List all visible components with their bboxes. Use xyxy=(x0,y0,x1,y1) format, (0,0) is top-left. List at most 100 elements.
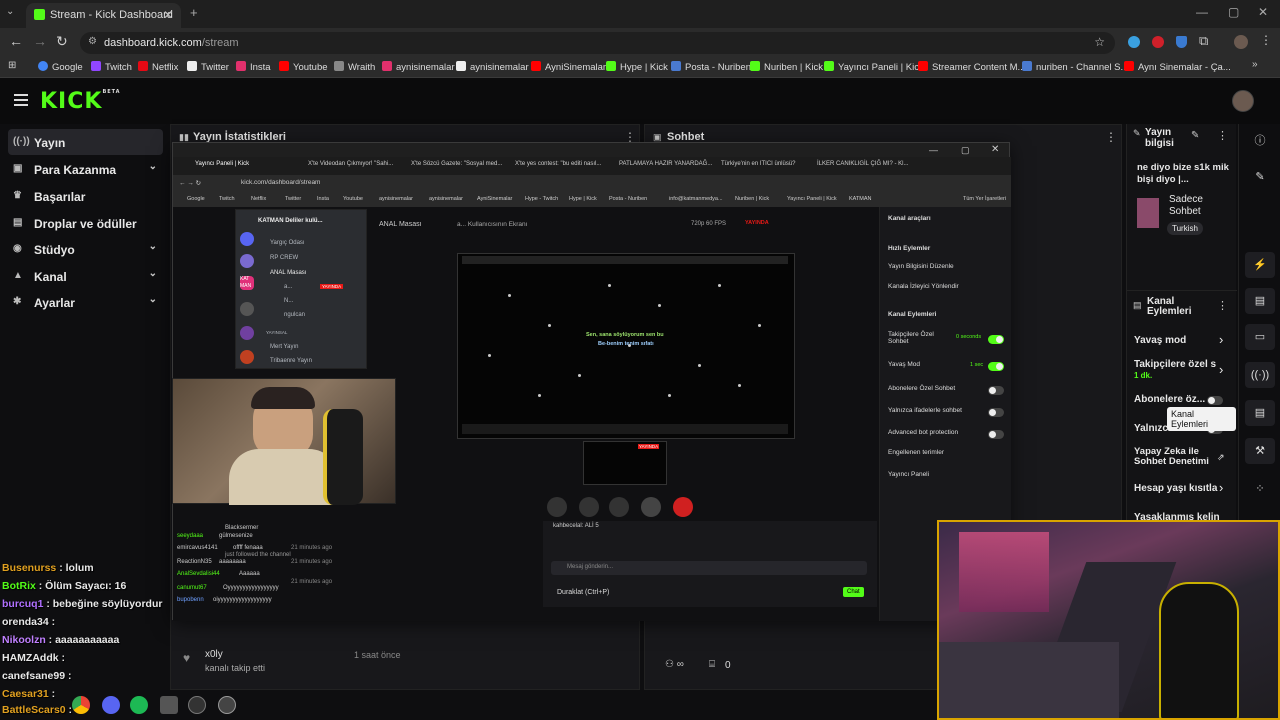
info-circle-icon[interactable]: ⓘ xyxy=(1245,128,1275,154)
bookmark[interactable]: Hype | Kick xyxy=(606,61,668,73)
inner-bookmark[interactable]: Hype | Kick xyxy=(569,196,597,202)
channel[interactable]: Yargıç Odası xyxy=(270,240,305,246)
inner-bookmark[interactable]: Google xyxy=(187,196,205,202)
inner-bookmark[interactable]: info@katmanmedya... xyxy=(669,196,723,202)
inner-bookmark[interactable]: Nuriben | Kick xyxy=(735,196,769,202)
hangup-icon[interactable] xyxy=(673,497,693,517)
server-icon[interactable] xyxy=(240,326,254,340)
sidebar-item-kanal[interactable]: ▲ Kanal ⌄ xyxy=(8,263,163,289)
bookmark[interactable]: Yayıncı Paneli | Kick xyxy=(824,61,924,73)
bookmark[interactable]: Twitch xyxy=(91,61,132,73)
kick-logo[interactable]: KICKBETA xyxy=(40,89,121,114)
channel-action[interactable]: Yayıncı Paneli xyxy=(888,471,929,478)
channel[interactable]: Mert Yayın xyxy=(270,344,298,350)
tag-badge[interactable]: Turkish xyxy=(1167,222,1203,235)
inner-bookmark[interactable]: Hype - Twitch xyxy=(525,196,558,202)
panel-menu-icon[interactable]: ⋮ xyxy=(1217,129,1228,142)
toggle[interactable] xyxy=(988,386,1004,395)
edit-icon[interactable]: ✎ xyxy=(1191,130,1199,141)
minimize-icon[interactable]: — xyxy=(929,145,938,155)
media-player-icon[interactable] xyxy=(218,696,236,714)
quick-action[interactable]: Yayın Bilgisini Düzenle xyxy=(888,263,954,270)
inner-bookmark[interactable]: Tüm Yer İşaretleri xyxy=(963,196,1006,202)
extension-icon[interactable] xyxy=(1152,36,1164,48)
channel-action[interactable]: Yalnızca ifadelerle sohbet xyxy=(888,407,962,414)
inner-bookmark[interactable]: Twitch xyxy=(219,196,235,202)
inner-bookmark[interactable]: KATMAN xyxy=(849,196,872,202)
inner-bookmark[interactable]: Insta xyxy=(317,196,329,202)
bookmark[interactable]: Twitter xyxy=(187,61,229,73)
server-icon[interactable] xyxy=(240,302,254,316)
toggle[interactable] xyxy=(988,408,1004,417)
server-icon[interactable] xyxy=(240,232,254,246)
chat-send-button[interactable]: Chat xyxy=(843,587,864,597)
panel-menu-icon[interactable]: ⋮ xyxy=(1217,299,1228,312)
gift-icon[interactable]: ⌸ xyxy=(709,659,715,670)
bookmark[interactable]: Posta - Nuriben xyxy=(671,61,751,73)
maximize-icon[interactable]: ▢ xyxy=(1228,5,1239,19)
extension-icon[interactable] xyxy=(1128,36,1140,48)
inner-bookmark[interactable]: Netflix xyxy=(251,196,266,202)
minimize-icon[interactable]: — xyxy=(1196,5,1208,19)
inner-tab[interactable]: X'te Sözcü Gazete: "Sosyal med... xyxy=(411,161,502,167)
server-icon[interactable] xyxy=(240,254,254,268)
close-window-icon[interactable]: ✕ xyxy=(1258,5,1268,19)
channel-action[interactable]: Advanced bot protection xyxy=(888,429,958,436)
subscribers-toggle[interactable] xyxy=(1207,396,1223,405)
document-icon[interactable]: ▤ xyxy=(1245,288,1275,314)
site-info-icon[interactable]: ⚙ xyxy=(88,36,97,47)
bookmark-star-icon[interactable]: ☆ xyxy=(1094,35,1105,49)
user-avatar[interactable] xyxy=(1232,90,1254,112)
shield-extension-icon[interactable] xyxy=(1176,36,1187,48)
bookmark[interactable]: Nuriben | Kick xyxy=(750,61,823,73)
maximize-icon[interactable]: ▢ xyxy=(961,145,970,156)
menu-burger-icon[interactable] xyxy=(14,94,28,106)
share-screen-icon[interactable] xyxy=(579,497,599,517)
action-slow-mode[interactable]: Yavaş mod xyxy=(1134,335,1186,346)
lightning-icon[interactable]: ⚡ xyxy=(1245,252,1275,278)
toggle[interactable] xyxy=(988,362,1004,371)
pause-button[interactable]: Duraklat (Ctrl+P) xyxy=(557,589,609,596)
bookmark[interactable]: Netflix xyxy=(138,61,178,73)
action-subscribers-only[interactable]: Abonelere öz... xyxy=(1134,394,1205,405)
inner-url[interactable]: kick.com/dashboard/stream xyxy=(241,179,320,186)
wrench-icon[interactable]: ⚒ xyxy=(1245,438,1275,464)
more-dots-icon[interactable]: ⁘ xyxy=(1245,476,1275,502)
sidebar-item-ayarlar[interactable]: ✱ Ayarlar ⌄ xyxy=(8,289,163,315)
panel-menu-icon[interactable]: ⋮ xyxy=(1105,130,1117,144)
bookmark[interactable]: aynisinemalar xyxy=(382,61,455,73)
obs-icon[interactable] xyxy=(188,696,206,714)
url-field[interactable]: ⚙ dashboard.kick.com/stream ☆ xyxy=(80,32,1115,54)
action-account-age[interactable]: Hesap yaşı kısıtla xyxy=(1134,483,1217,494)
list-icon[interactable]: ▤ xyxy=(1245,400,1275,426)
category-name[interactable]: Sadece Sohbet xyxy=(1169,194,1231,218)
server-icon[interactable] xyxy=(240,350,254,364)
inner-tab[interactable]: X'te yes contest: "bu editi nasıl... xyxy=(515,161,601,167)
inner-bookmark[interactable]: AyniSinemalar xyxy=(477,196,512,202)
channel-action[interactable]: Takipçilere Özel Sohbet xyxy=(888,331,948,345)
microphone-icon[interactable] xyxy=(641,497,661,517)
activity-icon[interactable] xyxy=(609,497,629,517)
browser-tab[interactable]: Stream - Kick Dashboard ✕ xyxy=(26,3,181,28)
channel-action[interactable]: Abonelere Özel Sohbet xyxy=(888,385,955,392)
channel-action[interactable]: Engellenen terimler xyxy=(888,449,944,456)
back-icon[interactable]: ← xyxy=(9,33,23,49)
bookmark[interactable]: AyniSinemalar xyxy=(531,61,606,73)
tab-close-icon[interactable]: ✕ xyxy=(163,8,173,22)
inner-tab[interactable]: X'te Videodan Çıkmıyor! "Sahi... xyxy=(308,161,393,167)
inner-tab[interactable]: İLKER CANIKLIGİL ÇIĞ MI? - Kl... xyxy=(817,161,908,167)
channel[interactable]: ANAL Masası xyxy=(270,270,306,276)
screen-share-video[interactable]: Sen, sana söylüyorum sen bu Be-benim ten… xyxy=(457,253,795,439)
sidebar-item-studyo[interactable]: ◉ Stüdyo ⌄ xyxy=(8,236,163,262)
bookmark[interactable]: Insta xyxy=(236,61,271,73)
toggle[interactable] xyxy=(988,335,1004,344)
pencil-icon[interactable]: ✎ xyxy=(1245,164,1275,190)
bookmark[interactable]: Aynı Sinemalar - Ça... xyxy=(1124,61,1231,73)
action-ai-moderation[interactable]: Yapay Zeka ile Sohbet Denetimi xyxy=(1134,447,1214,467)
chrome-icon[interactable] xyxy=(72,696,90,714)
bookmark[interactable]: Streamer Content M... xyxy=(918,61,1025,73)
channel[interactable]: Tribaenre Yayın xyxy=(270,358,312,364)
inner-bookmark[interactable]: Yayıncı Paneli | Kick xyxy=(787,196,837,202)
inner-tab[interactable]: Türkiye'nin en ITICI ünlüsü? xyxy=(721,161,796,167)
quick-action[interactable]: Kanala İzleyici Yönlendir xyxy=(888,283,959,290)
